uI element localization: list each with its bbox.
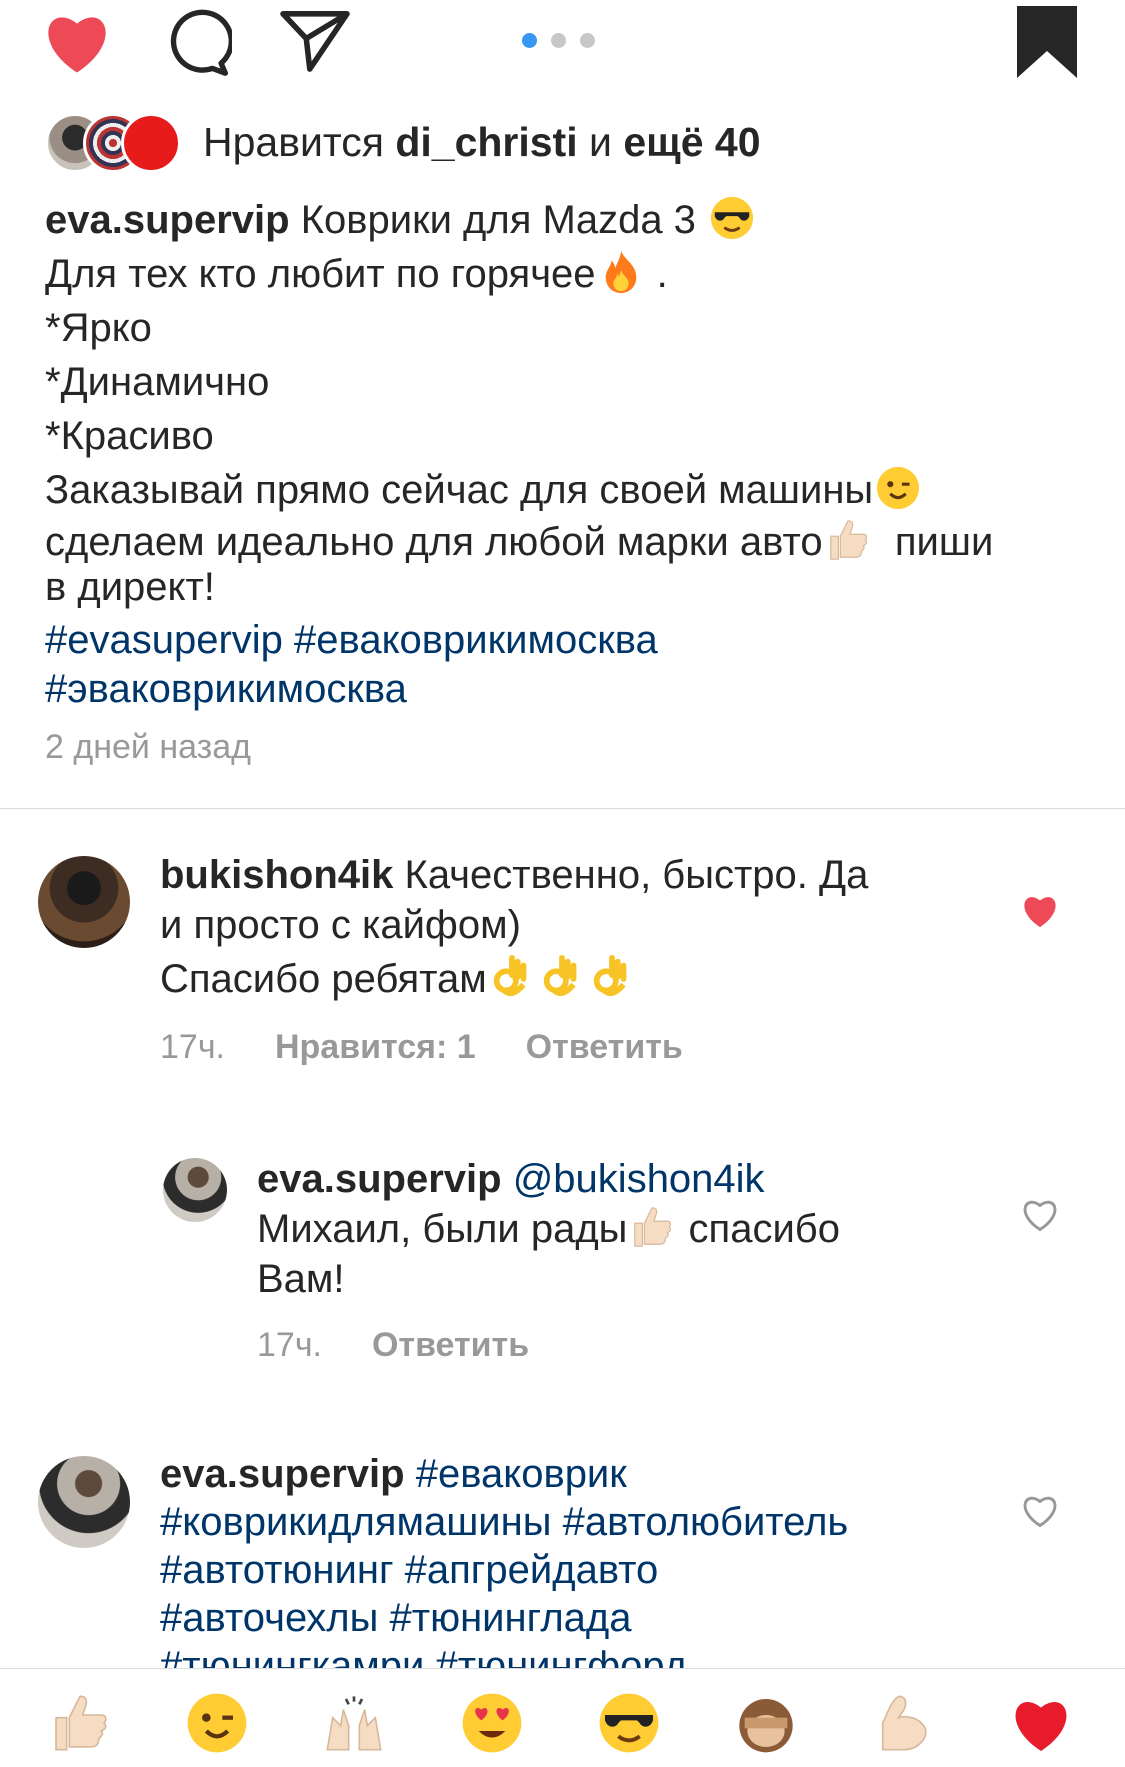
comment-text: bukishon4ik Качественно, быстро. Да и пр… bbox=[160, 853, 869, 1001]
avatar[interactable] bbox=[38, 856, 130, 948]
avatar bbox=[121, 113, 181, 173]
heart-filled-icon[interactable] bbox=[1020, 892, 1060, 928]
heart-outline-icon[interactable] bbox=[1020, 1196, 1060, 1232]
wink-emoji bbox=[877, 466, 920, 510]
comment-text: eva.supervip #еваковрик #коврикидлямашин… bbox=[160, 1450, 940, 1690]
caption-username[interactable]: eva.supervip bbox=[45, 198, 290, 242]
reply-button[interactable]: Ответить bbox=[372, 1326, 529, 1364]
carousel-dot bbox=[551, 33, 566, 48]
comment-time: 17ч. bbox=[257, 1326, 322, 1364]
likes-count[interactable]: ещё 40 bbox=[623, 119, 760, 165]
likes-text: Нравится di_christi и ещё 40 bbox=[203, 118, 761, 165]
share-icon[interactable] bbox=[278, 8, 352, 72]
comment-likes[interactable]: Нравится: 1 bbox=[275, 1028, 476, 1066]
carousel-dot-active bbox=[522, 33, 537, 48]
comment-time: 17ч. bbox=[160, 1028, 225, 1066]
bookmark-filled-icon[interactable] bbox=[1016, 6, 1078, 78]
liker-username[interactable]: di_christi bbox=[395, 119, 577, 165]
hashtag-link[interactable]: #еваковрик bbox=[416, 1452, 627, 1496]
heart-eyes-emoji[interactable] bbox=[460, 1691, 524, 1755]
hashtag-link[interactable]: #коврикидлямашины #автолюбитель bbox=[160, 1498, 940, 1546]
comment-meta: 17ч. Ответить bbox=[257, 1326, 579, 1365]
comment-icon[interactable] bbox=[162, 8, 232, 76]
comment-username[interactable]: eva.supervip bbox=[257, 1157, 502, 1201]
thumbs-up-emoji[interactable] bbox=[48, 1691, 112, 1755]
comment-meta: 17ч. Нравится: 1 Ответить bbox=[160, 1028, 733, 1067]
ok-hand-emoji bbox=[493, 954, 527, 997]
hashtag-link[interactable]: #автотюнинг #апгрейдавто bbox=[160, 1546, 940, 1594]
comment-text: eva.supervip @bukishon4ik Михаил, были р… bbox=[257, 1157, 840, 1301]
ok-hand-emoji bbox=[543, 954, 577, 997]
red-heart-emoji[interactable] bbox=[1009, 1691, 1073, 1755]
ok-hand-emoji bbox=[593, 954, 627, 997]
comment-username[interactable]: bukishon4ik bbox=[160, 853, 393, 897]
sunglasses-emoji[interactable] bbox=[597, 1691, 661, 1755]
hashtag-link[interactable]: #авточехлы #тюнинглада bbox=[160, 1594, 940, 1642]
likes-summary[interactable]: Нравится di_christi и ещё 40 bbox=[45, 112, 761, 173]
post-caption: eva.supervip Коврики для Mazda 3 Для тех… bbox=[45, 193, 1085, 711]
mention-link[interactable]: @bukishon4ik bbox=[513, 1157, 765, 1201]
liker-avatars bbox=[45, 113, 195, 173]
caption-hashtags[interactable]: #evasupervip #еваковрикимосква bbox=[45, 613, 1085, 667]
fire-emoji bbox=[605, 250, 636, 294]
sunglasses-emoji bbox=[710, 196, 754, 240]
raising-hands-emoji[interactable] bbox=[322, 1691, 386, 1755]
action-bar bbox=[0, 0, 1125, 95]
carousel-indicator[interactable] bbox=[522, 33, 595, 48]
avatar[interactable] bbox=[38, 1456, 130, 1548]
comment-username[interactable]: eva.supervip bbox=[160, 1452, 405, 1496]
heart-filled-icon[interactable] bbox=[40, 8, 114, 74]
thumbs-up-emoji bbox=[829, 520, 867, 560]
divider bbox=[0, 808, 1125, 809]
heart-outline-icon[interactable] bbox=[1020, 1492, 1060, 1528]
wink-emoji[interactable] bbox=[185, 1691, 249, 1755]
thumbs-up-emoji bbox=[634, 1207, 672, 1247]
post-timestamp: 2 дней назад bbox=[45, 728, 251, 766]
avatar[interactable] bbox=[163, 1158, 227, 1222]
caption-hashtags[interactable]: #эваковрикимосква bbox=[45, 667, 1085, 711]
reply-button[interactable]: Ответить bbox=[526, 1028, 683, 1066]
emoji-quick-bar bbox=[0, 1668, 1125, 1767]
see-no-evil-monkey-emoji[interactable] bbox=[734, 1691, 798, 1755]
carousel-dot bbox=[580, 33, 595, 48]
flexed-biceps-emoji[interactable] bbox=[872, 1691, 936, 1755]
